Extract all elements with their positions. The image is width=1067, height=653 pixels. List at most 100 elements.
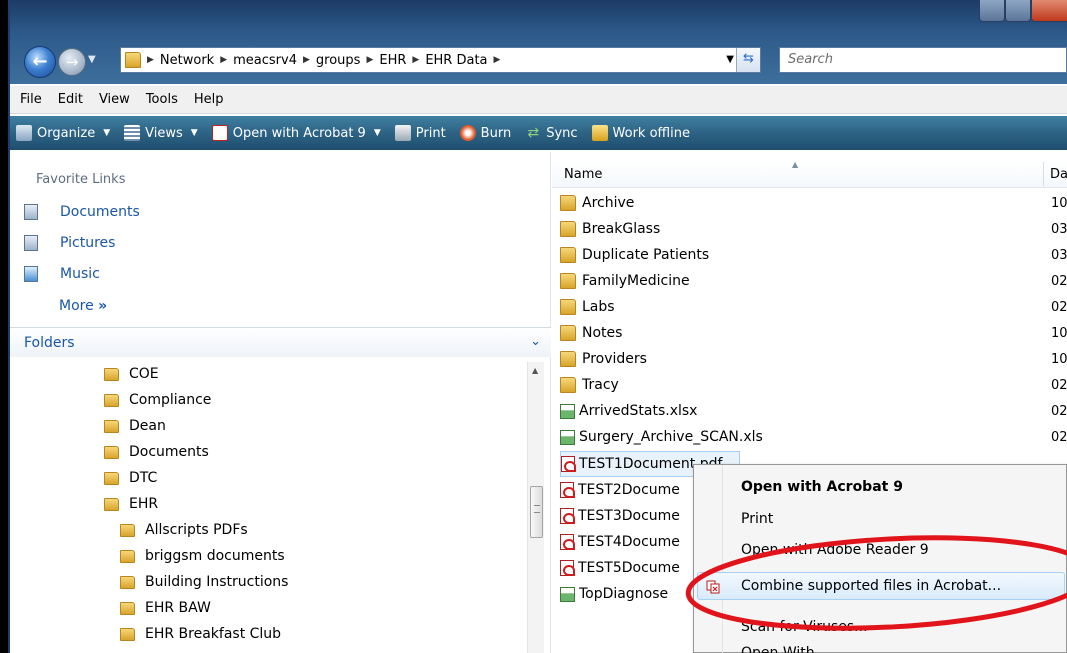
forward-button[interactable]: → <box>58 48 86 76</box>
folder-icon <box>104 497 119 511</box>
favorite-pictures[interactable]: Pictures <box>24 235 115 251</box>
more-favorites-link[interactable]: More » <box>59 298 107 314</box>
list-item[interactable]: ArrivedStats.xlsx 02 <box>560 398 1067 424</box>
tree-item-allscripts-pdfs[interactable]: Allscripts PDFs <box>120 518 248 542</box>
double-chevron-icon: » <box>98 298 108 314</box>
column-date[interactable]: Da <box>1050 167 1067 182</box>
menu-view[interactable]: View <box>99 92 130 107</box>
menu-edit[interactable]: Edit <box>58 92 83 107</box>
favorite-documents[interactable]: Documents <box>24 204 140 220</box>
tree-item-building-instructions[interactable]: Building Instructions <box>120 570 288 594</box>
breadcrumb-groups[interactable]: groups <box>316 53 361 68</box>
scrollbar-thumb[interactable] <box>530 486 543 538</box>
favorite-label: Pictures <box>60 235 116 251</box>
recent-pages-dropdown[interactable]: ▼ <box>88 54 96 65</box>
list-item[interactable]: Duplicate Patients 03 <box>560 242 1067 268</box>
file-date: 10 <box>1051 351 1067 367</box>
tree-item-ehr[interactable]: EHR <box>104 492 158 516</box>
list-item[interactable]: Surgery_Archive_SCAN.xls 02 <box>560 424 1067 450</box>
folder-icon <box>120 523 135 537</box>
breadcrumb-ehr[interactable]: EHR <box>379 53 406 68</box>
breadcrumb-ehr-data[interactable]: EHR Data <box>425 53 487 68</box>
tree-item-coe[interactable]: COE <box>104 362 159 386</box>
tree-item-label: EHR Breakfast Club <box>145 626 282 642</box>
organize-button[interactable]: Organize ▼ <box>16 125 110 141</box>
file-date: 02 <box>1051 403 1067 419</box>
file-date: 10 <box>1051 325 1067 341</box>
column-header: ▲ Name Da <box>552 160 1067 188</box>
folders-header[interactable]: Folders ⌄ <box>10 327 551 357</box>
burn-button[interactable]: Burn <box>459 125 512 141</box>
refresh-button[interactable]: ⇆ <box>736 48 760 72</box>
menu-item-open-with-reader[interactable]: Open with Adobe Reader 9 <box>741 542 929 558</box>
breadcrumb-meacsrv4[interactable]: meacsrv4 <box>233 53 297 68</box>
burn-label: Burn <box>480 125 512 141</box>
favorite-music[interactable]: Music <box>24 266 100 282</box>
chevron-down-icon: ▼ <box>103 128 111 138</box>
chevron-right-icon[interactable]: ▶ <box>220 55 227 65</box>
music-icon <box>24 266 38 282</box>
address-dropdown[interactable]: ▼ <box>726 54 734 65</box>
window-controls <box>967 0 1067 26</box>
search-input[interactable]: Search <box>779 47 1067 73</box>
tree-item-label: Dean <box>129 418 166 434</box>
menu-tools[interactable]: Tools <box>146 92 178 107</box>
close-button[interactable] <box>1031 0 1067 22</box>
tree-item-ehr-breakfast-club[interactable]: EHR Breakfast Club <box>120 622 281 646</box>
sync-button[interactable]: ⇄ Sync <box>525 125 577 141</box>
tree-item-label: Documents <box>129 444 209 460</box>
folder-tree-scrollbar[interactable]: ▲ <box>527 362 544 653</box>
list-item[interactable]: Providers 10 <box>560 346 1067 372</box>
menu-item-open-with[interactable]: Open With <box>741 645 815 653</box>
tree-item-ehr-baw[interactable]: EHR BAW <box>120 596 211 620</box>
chevron-right-icon[interactable]: ▶ <box>412 55 419 65</box>
open-with-acrobat-button[interactable]: Open with Acrobat 9 ▼ <box>211 125 381 141</box>
chevron-right-icon[interactable]: ▶ <box>366 55 373 65</box>
tree-item-dtc[interactable]: DTC <box>104 466 157 490</box>
work-offline-icon <box>591 125 608 141</box>
folder-icon <box>560 195 576 211</box>
menu-file[interactable]: File <box>20 92 42 107</box>
burn-icon <box>459 125 476 141</box>
sync-icon: ⇄ <box>527 125 540 141</box>
list-item[interactable]: FamilyMedicine 02 <box>560 268 1067 294</box>
tree-item-compliance[interactable]: Compliance <box>104 388 211 412</box>
list-item[interactable]: Labs 02 <box>560 294 1067 320</box>
tree-item-documents[interactable]: Documents <box>104 440 209 464</box>
chevron-right-icon[interactable]: ▶ <box>494 55 501 65</box>
printer-icon <box>394 125 411 141</box>
work-offline-button[interactable]: Work offline <box>591 125 690 141</box>
minimize-button[interactable] <box>979 0 1005 22</box>
column-divider[interactable] <box>1043 162 1044 186</box>
chevron-right-icon[interactable]: ▶ <box>303 55 310 65</box>
scroll-up-icon[interactable]: ▲ <box>532 366 538 375</box>
menu-help[interactable]: Help <box>194 92 224 107</box>
list-item[interactable]: Archive 10 <box>560 190 1067 216</box>
views-icon <box>124 125 141 141</box>
list-item[interactable]: BreakGlass 03 <box>560 216 1067 242</box>
tree-item-dean[interactable]: Dean <box>104 414 166 438</box>
folders-label: Folders <box>24 335 75 351</box>
menu-item-print[interactable]: Print <box>741 511 773 527</box>
tree-item-briggsm-documents[interactable]: briggsm documents <box>120 544 285 568</box>
menu-item-open-with-acrobat[interactable]: Open with Acrobat 9 <box>741 479 903 495</box>
back-arrow-icon: ← <box>32 51 48 72</box>
column-name[interactable]: Name <box>564 167 602 182</box>
documents-icon <box>24 204 38 220</box>
excel-file-icon <box>560 429 575 445</box>
menu-item-combine-files[interactable]: Combine supported files in Acrobat... <box>741 578 1001 594</box>
breadcrumb-network[interactable]: Network <box>160 53 214 68</box>
favorite-label: Music <box>60 266 100 282</box>
list-item[interactable]: Notes 10 <box>560 320 1067 346</box>
chevron-right-icon[interactable]: ▶ <box>147 55 154 65</box>
address-bar[interactable]: ▶ Network ▶ meacsrv4 ▶ groups ▶ EHR ▶ EH… <box>120 47 761 73</box>
favorite-links-heading: Favorite Links <box>36 172 126 187</box>
back-button[interactable]: ← <box>24 46 56 78</box>
list-item[interactable]: Tracy 02 <box>560 372 1067 398</box>
views-button[interactable]: Views ▼ <box>124 125 198 141</box>
navigation-pane: Favorite Links Documents Pictures Music … <box>10 152 551 653</box>
maximize-button[interactable] <box>1005 0 1031 22</box>
tree-item-label: EHR BAW <box>145 600 211 616</box>
print-button[interactable]: Print <box>394 125 446 141</box>
menu-item-scan-viruses[interactable]: Scan for Viruses... <box>741 619 868 635</box>
